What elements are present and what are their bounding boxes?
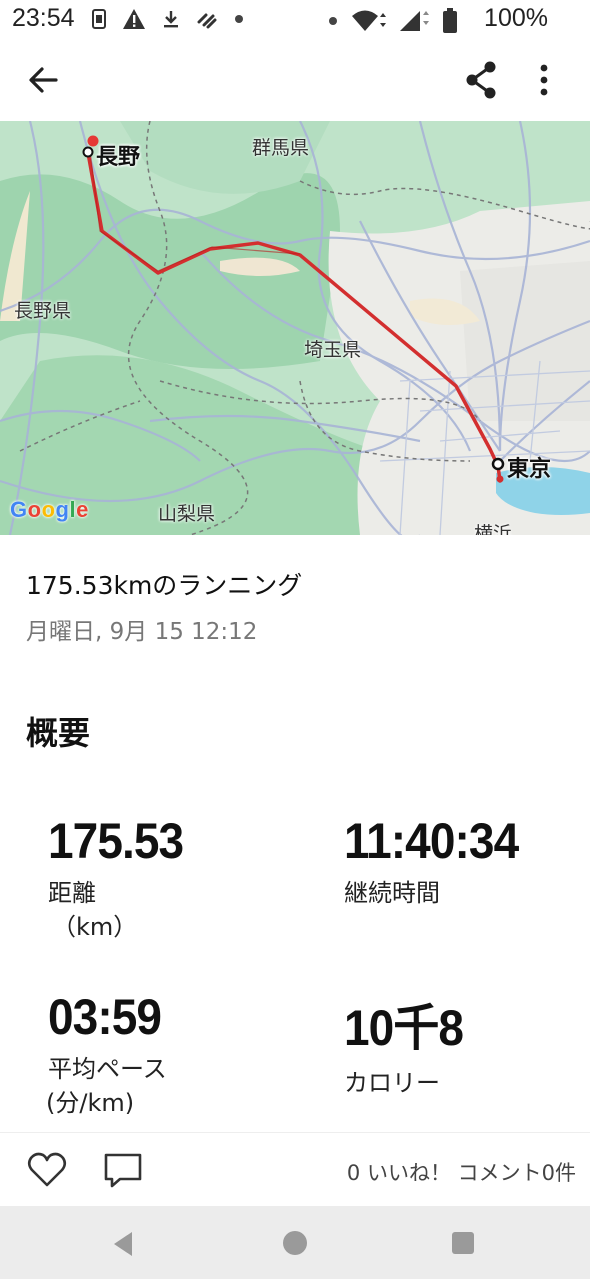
social-action-bar: 0 いいね！ コメント0件 — [0, 1132, 590, 1207]
app-bar — [0, 40, 590, 120]
battery-percentage: 100% — [484, 4, 548, 32]
status-bar: 23:54 100% — [0, 0, 590, 38]
share-icon — [466, 61, 496, 99]
comment-icon — [104, 1153, 142, 1188]
map-label-gunma: 群馬県 — [252, 137, 310, 159]
activity-title: 175.53kmのランニング — [26, 571, 303, 600]
stat-distance: 175.53 距離 （km） — [48, 812, 195, 944]
map-label-tokyo: 東京 — [507, 457, 552, 482]
google-logo: Google — [10, 497, 89, 522]
more-options-button[interactable] — [524, 58, 564, 102]
stat-calories-value: 10千8 — [344, 1000, 464, 1056]
nav-recents-icon[interactable] — [450, 1230, 476, 1256]
map-label-saitama: 埼玉県 — [304, 339, 362, 361]
overview-section-title: 概要 — [26, 714, 91, 752]
stat-duration-value: 11:40:34 — [344, 813, 519, 869]
stat-distance-value: 175.53 — [48, 813, 184, 869]
nav-back-icon[interactable] — [110, 1230, 136, 1258]
link-icon — [197, 13, 217, 29]
system-navigation-bar — [0, 1206, 590, 1279]
stat-duration-label: 継続時間 — [344, 879, 440, 907]
route-end-marker — [496, 475, 504, 483]
download-icon — [164, 11, 178, 28]
activity-date: 月曜日, 9月 15 12:12 — [26, 619, 258, 645]
route-map[interactable]: 長野 群馬県 長野県 埼玉県 東京 山梨県 横浜 Google — [0, 121, 590, 535]
status-time: 23:54 — [12, 4, 75, 32]
sim-card-icon — [92, 9, 106, 29]
more-vertical-icon — [540, 64, 548, 96]
stat-duration: 11:40:34 継続時間 — [344, 812, 533, 910]
back-button[interactable] — [22, 58, 66, 102]
stat-pace: 03:59 平均ペース (分/km) — [46, 988, 171, 1120]
map-label-nagano-city: 長野 — [96, 145, 141, 170]
signal-icon — [400, 11, 429, 31]
map-label-yamanashi: 山梨県 — [158, 503, 216, 525]
warning-icon — [123, 9, 145, 29]
nav-home-icon[interactable] — [280, 1228, 310, 1258]
stat-calories-label: カロリー — [344, 1069, 440, 1097]
like-button[interactable] — [26, 1149, 68, 1191]
map-label-nagano-pref: 長野県 — [14, 300, 72, 322]
comment-button[interactable] — [102, 1149, 144, 1191]
map-background — [0, 121, 590, 535]
likes-comments-count[interactable]: 0 いいね！ コメント0件 — [347, 1157, 576, 1187]
battery-icon — [443, 8, 457, 33]
dot-icon — [329, 17, 337, 25]
map-label-yokohama: 横浜 — [474, 523, 513, 535]
arrow-left-icon — [29, 67, 58, 93]
dot-icon — [235, 15, 243, 23]
wifi-icon — [352, 10, 386, 31]
share-button[interactable] — [460, 58, 504, 102]
stat-distance-unit: （km） — [52, 913, 138, 941]
stat-pace-value: 03:59 — [48, 989, 162, 1045]
heart-icon — [27, 1152, 67, 1187]
stat-distance-label: 距離 — [48, 879, 96, 907]
stat-pace-unit: (分/km) — [46, 1089, 135, 1117]
stat-pace-label: 平均ペース — [48, 1055, 167, 1083]
stat-calories: 10千8 カロリー — [344, 988, 473, 1100]
